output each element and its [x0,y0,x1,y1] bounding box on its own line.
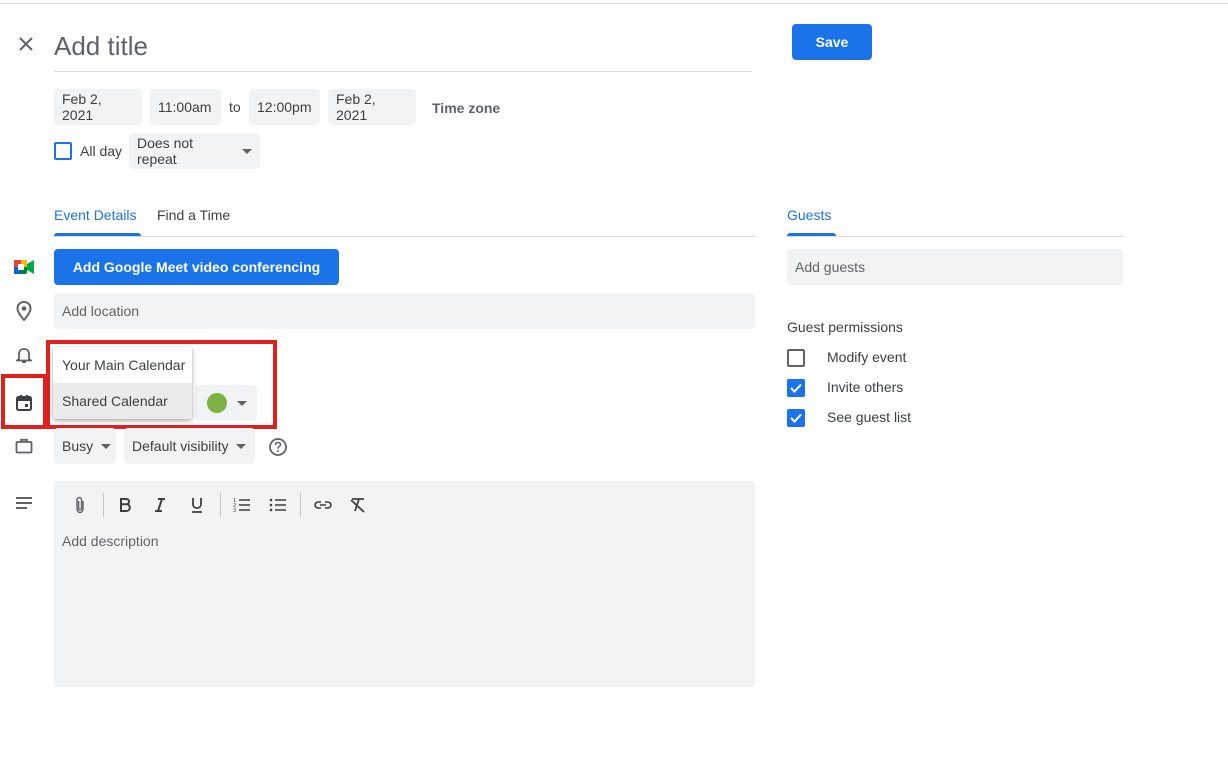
modify-event-checkbox[interactable] [787,349,805,367]
numbered-list-icon[interactable]: 123 [228,493,256,517]
start-date-chip[interactable]: Feb 2, 2021 [54,89,142,125]
toolbar-separator [103,493,104,517]
bell-icon [12,343,36,367]
all-day-label: All day [80,143,123,159]
chevron-down-icon [242,148,252,154]
close-icon [19,37,33,51]
attachment-icon[interactable] [66,493,94,517]
google-meet-icon [12,255,36,279]
description-lines-icon [12,491,36,515]
description-editor[interactable]: 123 Add description [54,481,755,687]
calendar-icon [12,391,36,415]
guest-permissions-title: Guest permissions [787,319,903,335]
save-button[interactable]: Save [792,24,872,60]
tabs-divider [54,236,755,237]
location-input[interactable]: Add location [54,293,755,329]
repeat-dropdown[interactable]: Does not repeat [129,133,260,169]
link-icon[interactable] [309,493,337,517]
bold-icon[interactable] [111,493,139,517]
title-input[interactable] [54,24,752,68]
title-field[interactable] [54,24,752,72]
description-placeholder: Add description [62,533,159,549]
guests-divider [787,236,1123,237]
calendar-option-shared[interactable]: Shared Calendar [53,383,192,419]
location-pin-icon [12,299,36,323]
underline-icon[interactable] [183,493,211,517]
checkmark-icon [790,383,802,393]
checkmark-icon [790,413,802,423]
modify-event-label: Modify event [827,349,907,365]
see-guest-list-checkbox[interactable] [787,409,805,427]
calendar-color-dropdown[interactable] [195,385,257,421]
tab-find-a-time[interactable]: Find a Time [157,207,230,231]
add-guests-input[interactable]: Add guests [787,249,1123,285]
help-circle-icon[interactable] [268,437,288,457]
see-guest-list-label: See guest list [827,409,912,425]
briefcase-icon [12,434,36,458]
chevron-down-icon [101,443,112,449]
top-divider [0,3,1228,4]
repeat-value: Does not repeat [137,135,194,167]
end-time-chip[interactable]: 12:00pm [249,89,320,125]
svg-text:3: 3 [233,508,236,512]
all-day-checkbox[interactable] [54,142,72,160]
toolbar-separator [220,493,221,517]
availability-value: Busy [62,438,94,454]
calendar-option-main[interactable]: Your Main Calendar [53,347,192,383]
add-google-meet-button[interactable]: Add Google Meet video conferencing [54,249,339,285]
italic-icon[interactable] [146,493,174,517]
visibility-dropdown[interactable]: Default visibility [124,428,255,464]
toolbar-separator [300,493,301,517]
tab-event-details[interactable]: Event Details [54,207,136,231]
chevron-down-icon [237,400,247,406]
invite-others-checkbox[interactable] [787,379,805,397]
calendar-dropdown-menu: Your Main Calendar Shared Calendar [53,347,192,419]
calendar-color-dot [207,393,227,413]
start-time-chip[interactable]: 11:00am [150,89,221,125]
tab-guests[interactable]: Guests [787,207,831,231]
to-label: to [229,99,241,115]
timezone-link[interactable]: Time zone [432,90,500,126]
availability-dropdown[interactable]: Busy [54,428,116,464]
chevron-down-icon [236,443,247,449]
bulleted-list-icon[interactable] [264,493,292,517]
clear-formatting-icon[interactable] [344,493,372,517]
close-button[interactable] [12,30,40,58]
invite-others-label: Invite others [827,379,904,395]
visibility-value: Default visibility [132,438,229,454]
end-date-chip[interactable]: Feb 2, 2021 [328,89,416,125]
